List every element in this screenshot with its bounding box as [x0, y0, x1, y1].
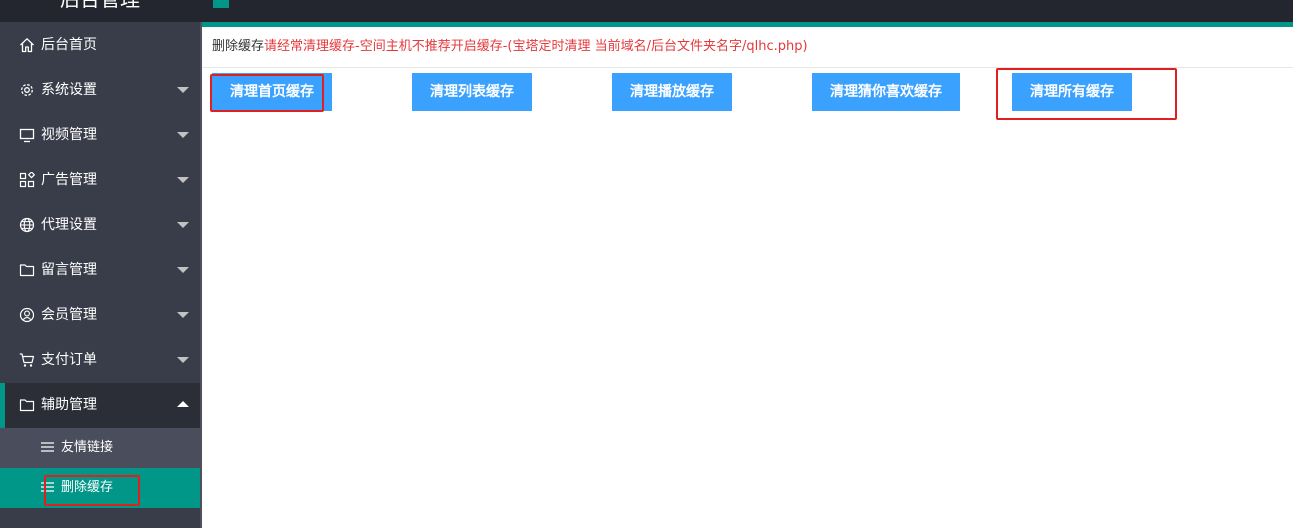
highlight-box-home-cache [210, 74, 324, 112]
sidebar-item-ad-management[interactable]: 广告管理 [0, 158, 200, 203]
gear-icon [21, 84, 33, 96]
folder-icon [19, 264, 35, 277]
chevron-down-icon [177, 357, 189, 363]
sidebar: 后台首页 系统设置 视频管理 广告管理 代理设置 留言管理 会员管理 支付订单 … [0, 22, 200, 528]
notice-warning: 请经常清理缓存-空间主机不推荐开启缓存-(宝塔定时清理 当前域名/后台文件夹名字… [264, 39, 808, 54]
home-icon [20, 38, 34, 53]
sidebar-item-label: 视频管理 [41, 127, 97, 143]
sidebar-item-payment-orders[interactable]: 支付订单 [0, 338, 200, 383]
sidebar-item-message-management[interactable]: 留言管理 [0, 248, 200, 293]
chevron-down-icon [177, 222, 189, 228]
sidebar-border [200, 22, 202, 528]
sidebar-item-label: 广告管理 [41, 172, 97, 188]
chevron-down-icon [177, 267, 189, 273]
chevron-down-icon [177, 177, 189, 183]
globe-icon [19, 217, 35, 233]
notice-title: 删除缓存 [212, 39, 265, 54]
folder-icon [19, 399, 35, 412]
sidebar-item-home[interactable]: 后台首页 [0, 23, 200, 68]
chevron-down-icon [177, 87, 189, 93]
sidebar-item-label: 辅助管理 [41, 397, 97, 413]
sidebar-item-proxy-settings[interactable]: 代理设置 [0, 203, 200, 248]
chevron-up-icon [177, 401, 189, 407]
active-tab-indicator [213, 0, 229, 8]
header-accent-line [200, 22, 1293, 27]
sidebar-item-label: 留言管理 [41, 262, 97, 278]
cache-notice: 删除缓存请经常清理缓存-空间主机不推荐开启缓存-(宝塔定时清理 当前域名/后台文… [212, 38, 808, 56]
clear-list-cache-button[interactable]: 清理列表缓存 [412, 73, 532, 111]
sidebar-item-label: 支付订单 [41, 352, 97, 368]
sidebar-item-label: 系统设置 [41, 82, 97, 98]
apps-icon [19, 172, 35, 188]
sidebar-item-system-settings[interactable]: 系统设置 [0, 68, 200, 113]
sidebar-item-label: 后台首页 [41, 37, 97, 53]
sidebar-subitem-friend-links[interactable]: 友情链接 [0, 428, 200, 468]
clear-play-cache-button[interactable]: 清理播放缓存 [612, 73, 732, 111]
sidebar-item-auxiliary-management[interactable]: 辅助管理 [0, 383, 200, 428]
menu-icon [41, 442, 54, 452]
highlight-box-delete-cache [44, 475, 140, 506]
monitor-icon [19, 128, 35, 143]
top-header: 后台管理 [0, 0, 1293, 22]
clear-recommend-cache-button[interactable]: 清理猜你喜欢缓存 [812, 73, 960, 111]
chevron-down-icon [177, 312, 189, 318]
chevron-down-icon [177, 132, 189, 138]
cart-icon [19, 353, 35, 367]
user-icon [19, 307, 35, 323]
sidebar-item-member-management[interactable]: 会员管理 [0, 293, 200, 338]
sidebar-item-video-management[interactable]: 视频管理 [0, 113, 200, 158]
sidebar-subitem-label: 友情链接 [61, 440, 114, 455]
app-title: 后台管理 [60, 0, 140, 11]
sidebar-item-label: 会员管理 [41, 307, 97, 323]
sidebar-item-label: 代理设置 [41, 217, 97, 233]
highlight-box-all-cache [996, 68, 1177, 120]
